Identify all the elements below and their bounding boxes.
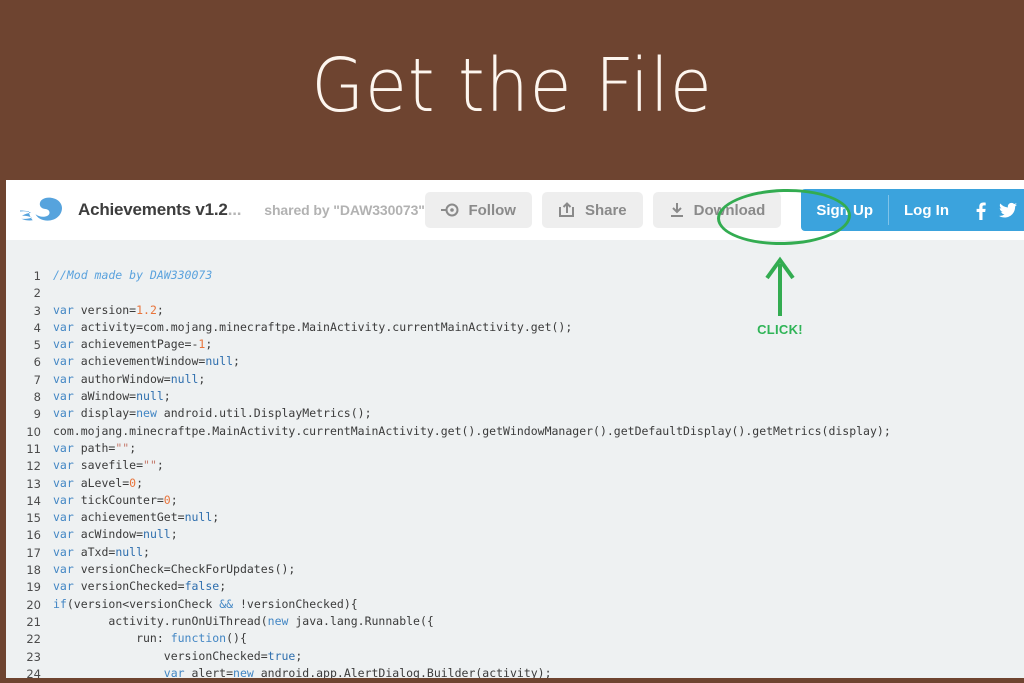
- shared-by-label: shared by "DAW330073": [264, 202, 425, 218]
- header-actions: Follow Share Download Sign Up Log In: [425, 180, 1024, 240]
- line-number: 12: [26, 459, 41, 474]
- line-number: 1: [33, 269, 41, 283]
- line-source: var aTxd=null;: [53, 544, 150, 559]
- code-line: 10 com.mojang.minecraftpe.MainActivity.cu…: [6, 423, 891, 441]
- line-source: var display=new android.util.DisplayMetr…: [53, 406, 372, 421]
- code-line: 23 versionChecked=true;: [6, 649, 891, 666]
- code-line: 17 var aTxd=null;: [6, 545, 891, 562]
- line-number: 19: [26, 580, 41, 595]
- line-number: 23: [26, 649, 41, 664]
- line-number: 16: [26, 528, 41, 543]
- slide-title-band: Get the File: [0, 0, 1024, 180]
- share-icon: [558, 202, 576, 218]
- page-title: Get the File: [311, 43, 713, 129]
- twitter-icon[interactable]: [996, 189, 1024, 231]
- sign-up-button[interactable]: Sign Up: [801, 189, 888, 231]
- follow-button[interactable]: Follow: [425, 192, 532, 228]
- code-line: 8 var aWindow=null;: [6, 389, 891, 406]
- line-source: var versionCheck=CheckForUpdates();: [53, 562, 296, 577]
- download-button[interactable]: Download: [652, 192, 782, 228]
- line-source: var achievementGet=null;: [53, 510, 220, 525]
- line-source: var version=1.2;: [53, 302, 164, 317]
- embedded-screenshot: Achievements v1.2... shared by "DAW33007…: [0, 180, 1024, 683]
- auth-group: Sign Up Log In: [801, 189, 1024, 231]
- line-source: var authorWindow=null;: [53, 371, 206, 386]
- code-line: 19 var versionChecked=false;: [6, 579, 891, 596]
- code-line: 18 var versionCheck=CheckForUpdates();: [6, 562, 891, 579]
- line-source: com.mojang.minecraftpe.MainActivity.curr…: [53, 423, 891, 438]
- line-number: 4: [33, 320, 41, 335]
- code-line: 4 var activity=com.mojang.minecraftpe.Mai…: [6, 320, 891, 337]
- line-source: if(version<versionCheck && !versionCheck…: [53, 596, 358, 611]
- line-source: var aLevel=0;: [53, 475, 144, 490]
- code-line: 16 var acWindow=null;: [6, 527, 891, 544]
- code-line: 13 var aLevel=0;: [6, 476, 891, 493]
- line-number: 10: [26, 424, 41, 439]
- line-number: 20: [26, 597, 41, 612]
- line-source: var tickCounter=0;: [53, 492, 178, 507]
- line-number: 2: [33, 286, 41, 301]
- line-number: 22: [26, 632, 41, 647]
- line-source: var path="";: [53, 440, 137, 455]
- code-line: 12 var savefile="";: [6, 458, 891, 475]
- code-viewer[interactable]: 1 //Mod made by DAW330073 2 3 var version=1…: [6, 240, 1024, 681]
- code-line: 21 activity.runOnUiThread(new java.lang.…: [6, 614, 891, 631]
- line-source: var versionChecked=false;: [53, 579, 227, 594]
- line-number: 21: [26, 614, 41, 629]
- line-number: 9: [33, 407, 41, 422]
- facebook-icon[interactable]: [964, 189, 996, 231]
- line-source: run: function(){: [53, 631, 247, 646]
- line-number: 13: [26, 476, 41, 491]
- line-number: 24: [26, 666, 41, 681]
- line-number: 8: [33, 390, 41, 405]
- code-line: 15 var achievementGet=null;: [6, 510, 891, 527]
- line-number: 6: [33, 355, 41, 370]
- code-line: 14 var tickCounter=0;: [6, 493, 891, 510]
- line-number: 11: [26, 441, 41, 456]
- code-line: 5 var achievementPage=-1;: [6, 337, 891, 354]
- brand[interactable]: Achievements v1.2... shared by "DAW33007…: [18, 194, 425, 226]
- line-source: //Mod made by DAW330073: [53, 268, 213, 282]
- code-line: 20 if(version<versionCheck && !versionChe…: [6, 597, 891, 614]
- code-line: 3 var version=1.2;: [6, 303, 891, 320]
- line-source: var activity=com.mojang.minecraftpe.Main…: [53, 319, 573, 334]
- code-line: 24 var alert=new android.app.AlertDialog…: [6, 665, 891, 681]
- line-number: 18: [26, 563, 41, 578]
- code-line: 1 //Mod made by DAW330073: [6, 268, 891, 285]
- code-line: 6 var achievementWindow=null;: [6, 354, 891, 371]
- line-number: 14: [26, 493, 41, 508]
- line-number: 15: [26, 511, 41, 526]
- code-line: 7 var authorWindow=null;: [6, 372, 891, 389]
- code-lines: 1 //Mod made by DAW330073 2 3 var version=1…: [6, 268, 891, 681]
- line-source: activity.runOnUiThread(new java.lang.Run…: [53, 613, 434, 628]
- line-source: var acWindow=null;: [53, 527, 178, 542]
- code-line: 2: [6, 285, 891, 302]
- share-button-label: Share: [584, 201, 627, 219]
- document-title: Achievements v1.2...: [78, 200, 242, 219]
- line-source: versionChecked=true;: [53, 648, 303, 663]
- comet-logo-icon[interactable]: [18, 194, 64, 226]
- line-source: var aWindow=null;: [53, 389, 171, 404]
- download-icon: [669, 202, 685, 218]
- code-line: 11 var path="";: [6, 441, 891, 458]
- line-source: var achievementPage=-1;: [53, 337, 213, 352]
- download-button-label: Download: [693, 201, 766, 219]
- share-button[interactable]: Share: [541, 192, 643, 228]
- code-line: 9 var display=new android.util.DisplayMet…: [6, 406, 891, 423]
- line-number: 17: [26, 545, 41, 560]
- follow-icon: [441, 203, 459, 217]
- line-number: 3: [33, 303, 41, 318]
- follow-button-label: Follow: [468, 201, 516, 219]
- line-source: var achievementWindow=null;: [53, 354, 240, 369]
- line-number: 5: [33, 338, 41, 353]
- code-line: 22 run: function(){: [6, 631, 891, 648]
- site-header: Achievements v1.2... shared by "DAW33007…: [6, 180, 1024, 240]
- line-source: var alert=new android.app.AlertDialog.Bu…: [163, 665, 552, 680]
- line-number: 7: [33, 372, 41, 387]
- code-table: 1 //Mod made by DAW330073 2 3 var version=1…: [6, 268, 891, 681]
- log-in-button[interactable]: Log In: [889, 189, 964, 231]
- line-source: var savefile="";: [53, 458, 164, 473]
- line-source: [53, 285, 891, 302]
